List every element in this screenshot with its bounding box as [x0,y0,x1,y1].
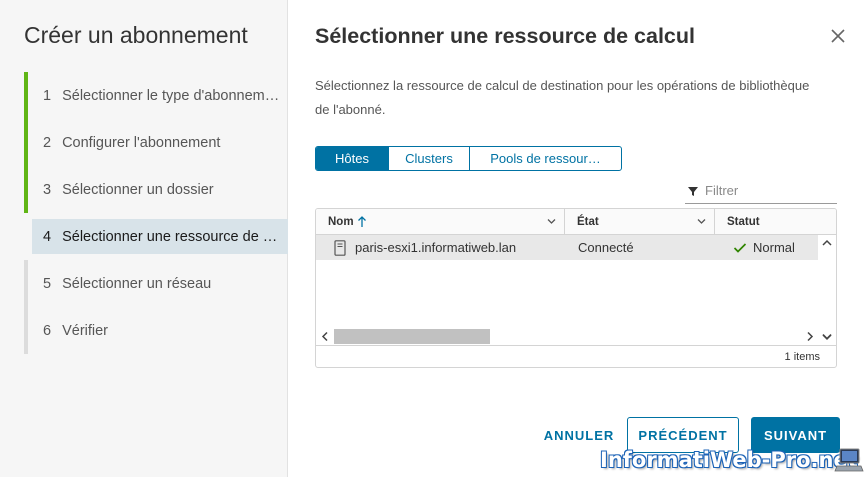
wizard-step-5[interactable]: 5 Sélectionner un réseau [24,260,288,307]
wizard-step-2[interactable]: 2 Configurer l'abonnement [24,119,288,166]
column-label: État [577,216,599,228]
wizard-step-4-active[interactable]: 4 Sélectionner une ressource de … [32,219,288,254]
step-number: 5 [43,275,52,292]
step-label: Sélectionner un dossier [62,181,214,198]
close-icon[interactable] [829,27,847,45]
watermark: InformatiWeb-Pro.net [600,448,858,472]
chevron-down-icon[interactable] [547,218,556,225]
grid-footer-count: 1 items [316,345,836,367]
wizard-content: Sélectionner une ressource de calcul Sél… [288,0,864,477]
step-number: 2 [43,134,52,151]
filter-icon [688,186,698,196]
state-cell: Connecté [578,240,634,255]
horizontal-scrollbar[interactable] [316,328,836,345]
resource-type-tabs: Hôtes Clusters Pools de ressour… [315,146,622,171]
step-label: Sélectionner un réseau [62,275,212,292]
wizard-step-6[interactable]: 6 Vérifier [24,307,288,354]
wizard-title: Créer un abonnement [24,22,248,48]
laptop-icon [834,448,864,472]
step-label: Sélectionner une ressource de … [62,228,278,245]
scroll-down-arrow-icon[interactable] [819,328,835,345]
hosts-datagrid: Nom État Statut paris-esxi1.informatiweb… [315,208,837,368]
filter-box [685,178,837,204]
filter-input[interactable] [705,183,835,198]
wizard-steps: 1 Sélectionner le type d'abonnem… 2 Conf… [24,72,288,354]
host-name[interactable]: paris-esxi1.informatiweb.lan [355,240,516,255]
tab-clusters[interactable]: Clusters [389,147,470,170]
tab-hosts[interactable]: Hôtes [316,147,389,170]
scroll-right-arrow-icon[interactable] [802,328,818,345]
step-number: 4 [43,228,52,245]
wizard-sidebar: Créer un abonnement 1 Sélectionner le ty… [0,0,288,477]
step-number: 6 [43,322,52,339]
horizontal-scroll-thumb[interactable] [334,329,490,344]
column-label: Nom [328,216,354,228]
column-name-header[interactable]: Nom [316,209,565,235]
wizard-step-3[interactable]: 3 Sélectionner un dossier [24,166,288,213]
column-state-header[interactable]: État [565,209,715,235]
step-label: Sélectionner le type d'abonnem… [62,87,280,104]
host-icon [334,239,346,256]
page-description: Sélectionnez la ressource de calcul de d… [315,78,810,117]
table-row[interactable]: paris-esxi1.informatiweb.lan Connecté No… [316,235,818,260]
column-label: Statut [727,216,760,228]
column-status-header[interactable]: Statut [715,209,836,235]
step-label: Configurer l'abonnement [62,134,221,151]
tab-resource-pools[interactable]: Pools de ressour… [470,147,621,170]
chevron-down-icon[interactable] [697,218,706,225]
check-icon [733,242,747,253]
step-number: 3 [43,181,52,198]
wizard-step-1[interactable]: 1 Sélectionner le type d'abonnem… [24,72,288,119]
step-number: 1 [43,87,52,104]
status-cell: Normal [733,235,795,260]
sort-up-icon[interactable] [357,216,367,228]
host-cell: paris-esxi1.informatiweb.lan [334,235,516,260]
status-text: Normal [753,240,795,255]
scroll-up-arrow-icon[interactable] [818,235,836,251]
page-title: Sélectionner une ressource de calcul [315,24,695,48]
scroll-left-arrow-icon[interactable] [317,328,333,345]
grid-header: Nom État Statut [316,209,836,235]
step-label: Vérifier [62,322,109,339]
